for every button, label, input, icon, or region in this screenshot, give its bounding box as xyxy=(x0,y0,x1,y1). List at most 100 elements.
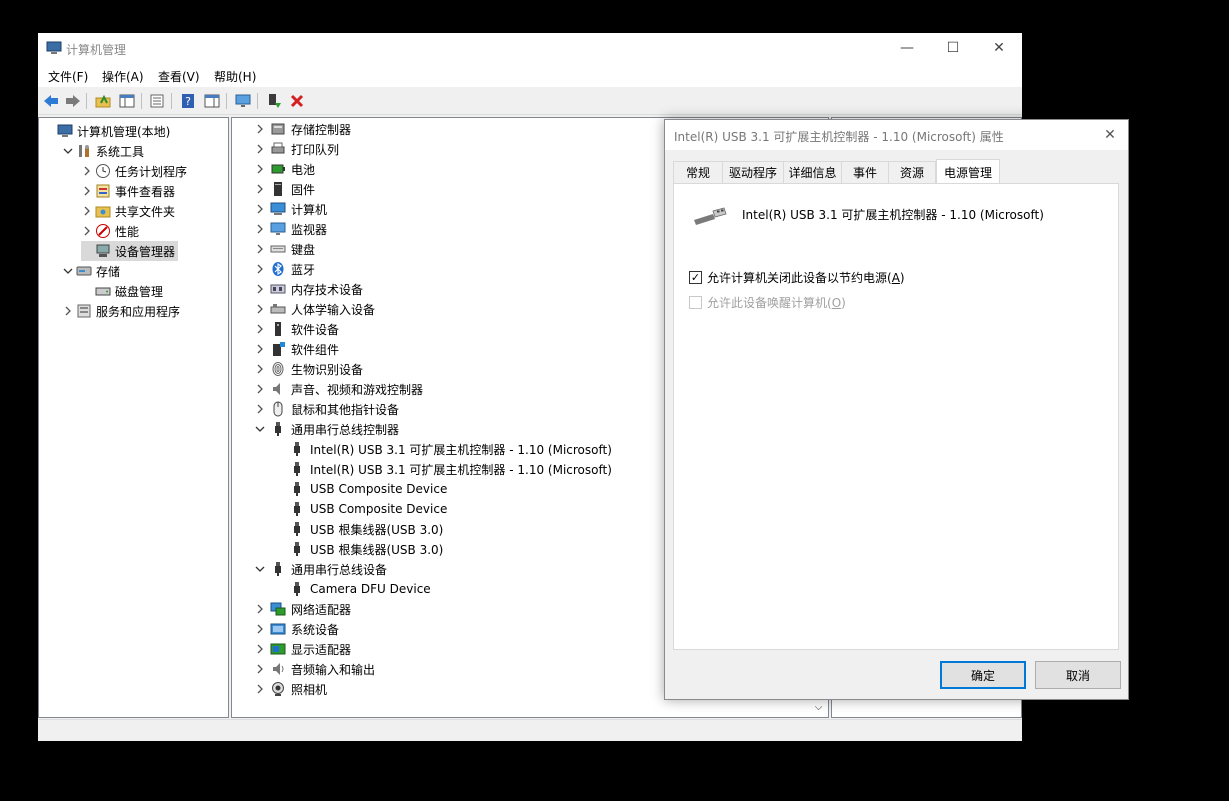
expander-collapsed-icon[interactable] xyxy=(254,223,266,235)
device-category[interactable]: 系统设备 xyxy=(254,619,339,639)
expander-collapsed-icon[interactable] xyxy=(254,363,266,375)
expander-collapsed-icon[interactable] xyxy=(254,243,266,255)
show-action-pane-icon[interactable] xyxy=(203,92,221,110)
cancel-button[interactable]: 取消 xyxy=(1035,661,1121,689)
tree-node-9[interactable]: 服务和应用程序 xyxy=(62,301,180,321)
dialog-close-button[interactable]: ✕ xyxy=(1098,124,1122,146)
device-category[interactable]: 软件组件 xyxy=(254,339,339,359)
expander-collapsed-icon[interactable] xyxy=(254,683,266,695)
expander-collapsed-icon[interactable] xyxy=(81,165,93,177)
device-item[interactable]: USB 根集线器(USB 3.0) xyxy=(273,539,443,559)
device-category[interactable]: 网络适配器 xyxy=(254,599,351,619)
tab-driver[interactable]: 驱动程序 xyxy=(722,161,784,183)
maximize-button[interactable]: ☐ xyxy=(930,33,976,63)
device-item[interactable]: USB 根集线器(USB 3.0) xyxy=(273,519,443,539)
tree-node-4[interactable]: 共享文件夹 xyxy=(81,201,175,221)
device-category[interactable]: 蓝牙 xyxy=(254,259,315,279)
expander-expanded-icon[interactable] xyxy=(254,423,266,435)
device-item[interactable]: USB Composite Device xyxy=(273,479,447,499)
expander-collapsed-icon[interactable] xyxy=(254,263,266,275)
expander-collapsed-icon[interactable] xyxy=(254,383,266,395)
expander-expanded-icon[interactable] xyxy=(62,145,74,157)
device-category[interactable]: 通用串行总线控制器 xyxy=(254,419,399,439)
device-category[interactable]: 电池 xyxy=(254,159,315,179)
expander-collapsed-icon[interactable] xyxy=(254,283,266,295)
show-hide-tree-icon[interactable] xyxy=(118,92,136,110)
expander-collapsed-icon[interactable] xyxy=(81,185,93,197)
device-category[interactable]: 显示适配器 xyxy=(254,639,351,659)
tree-node-8[interactable]: 磁盘管理 xyxy=(81,281,163,301)
device-category[interactable]: 生物识别设备 xyxy=(254,359,363,379)
minimize-button[interactable]: — xyxy=(884,33,930,63)
tab-resources[interactable]: 资源 xyxy=(888,161,936,183)
device-category[interactable]: 监视器 xyxy=(254,219,327,239)
back-arrow-icon[interactable] xyxy=(42,92,60,110)
expander-collapsed-icon[interactable] xyxy=(254,123,266,135)
expander-collapsed-icon[interactable] xyxy=(254,143,266,155)
device-category[interactable]: 固件 xyxy=(254,179,315,199)
device-category[interactable]: 通用串行总线设备 xyxy=(254,559,387,579)
up-folder-icon[interactable] xyxy=(94,92,112,110)
expander-collapsed-icon[interactable] xyxy=(254,603,266,615)
tree-node-1[interactable]: 系统工具 xyxy=(62,141,144,161)
menu-help[interactable]: 帮助(H) xyxy=(214,68,256,85)
expander-expanded-icon[interactable] xyxy=(62,265,74,277)
expander-collapsed-icon[interactable] xyxy=(254,643,266,655)
device-category[interactable]: 声音、视频和游戏控制器 xyxy=(254,379,423,399)
close-button[interactable]: ✕ xyxy=(976,33,1022,63)
device-category[interactable]: 计算机 xyxy=(254,199,327,219)
expander-none xyxy=(81,285,93,297)
ok-button[interactable]: 确定 xyxy=(940,661,1026,689)
expander-collapsed-icon[interactable] xyxy=(81,225,93,237)
services-icon xyxy=(76,303,92,319)
tab-events[interactable]: 事件 xyxy=(841,161,889,183)
monitor-icon[interactable] xyxy=(234,92,252,110)
expander-expanded-icon[interactable] xyxy=(254,563,266,575)
device-category[interactable]: 人体学输入设备 xyxy=(254,299,375,319)
tab-details[interactable]: 详细信息 xyxy=(783,161,842,183)
expander-collapsed-icon[interactable] xyxy=(254,183,266,195)
device-item[interactable]: USB Composite Device xyxy=(273,499,447,519)
device-category[interactable]: 照相机 xyxy=(254,679,327,699)
expander-collapsed-icon[interactable] xyxy=(81,205,93,217)
device-item[interactable]: Intel(R) USB 3.1 可扩展主机控制器 - 1.10 (Micros… xyxy=(273,439,612,459)
update-driver-icon[interactable] xyxy=(265,92,283,110)
expander-collapsed-icon[interactable] xyxy=(254,163,266,175)
device-category[interactable]: 键盘 xyxy=(254,239,315,259)
scroll-down-arrow[interactable]: ⌵ xyxy=(810,697,827,717)
tree-node-0[interactable]: 计算机管理(本地) xyxy=(43,121,170,141)
menu-file[interactable]: 文件(F) xyxy=(48,68,88,85)
properties-icon[interactable] xyxy=(148,92,166,110)
help-icon[interactable]: ? xyxy=(179,92,197,110)
menu-view[interactable]: 查看(V) xyxy=(158,68,200,85)
tree-node-5[interactable]: 性能 xyxy=(81,221,139,241)
device-category[interactable]: 音频输入和输出 xyxy=(254,659,375,679)
device-item[interactable]: Intel(R) USB 3.1 可扩展主机控制器 - 1.10 (Micros… xyxy=(273,459,612,479)
tab-general[interactable]: 常规 xyxy=(673,161,723,183)
tree-node-label: 系统工具 xyxy=(96,144,145,159)
device-category[interactable]: 内存技术设备 xyxy=(254,279,363,299)
device-category[interactable]: 鼠标和其他指针设备 xyxy=(254,399,399,419)
expander-collapsed-icon[interactable] xyxy=(62,305,74,317)
expander-collapsed-icon[interactable] xyxy=(254,623,266,635)
uninstall-x-icon[interactable] xyxy=(288,92,306,110)
expander-collapsed-icon[interactable] xyxy=(254,343,266,355)
forward-arrow-icon[interactable] xyxy=(64,92,82,110)
allow-power-off-checkbox[interactable]: ✓ xyxy=(689,270,702,284)
expander-collapsed-icon[interactable] xyxy=(254,203,266,215)
expander-collapsed-icon[interactable] xyxy=(254,403,266,415)
device-item[interactable]: Camera DFU Device xyxy=(273,579,431,599)
expander-collapsed-icon[interactable] xyxy=(254,663,266,675)
tree-node-6[interactable]: 设备管理器 xyxy=(81,241,179,261)
tree-node-3[interactable]: 事件查看器 xyxy=(81,181,175,201)
device-category[interactable]: 软件设备 xyxy=(254,319,339,339)
expander-collapsed-icon[interactable] xyxy=(254,323,266,335)
tree-node-2[interactable]: 任务计划程序 xyxy=(81,161,187,181)
menu-action[interactable]: 操作(A) xyxy=(102,68,144,85)
device-category[interactable]: 打印队列 xyxy=(254,139,339,159)
tree-node-7[interactable]: 存储 xyxy=(62,261,120,281)
allow-power-off-option[interactable]: ✓ 允许计算机关闭此设备以节约电源(A) xyxy=(689,268,905,286)
tab-power-management[interactable]: 电源管理 xyxy=(936,159,1000,184)
expander-collapsed-icon[interactable] xyxy=(254,303,266,315)
device-category[interactable]: 存储控制器 xyxy=(254,119,351,139)
